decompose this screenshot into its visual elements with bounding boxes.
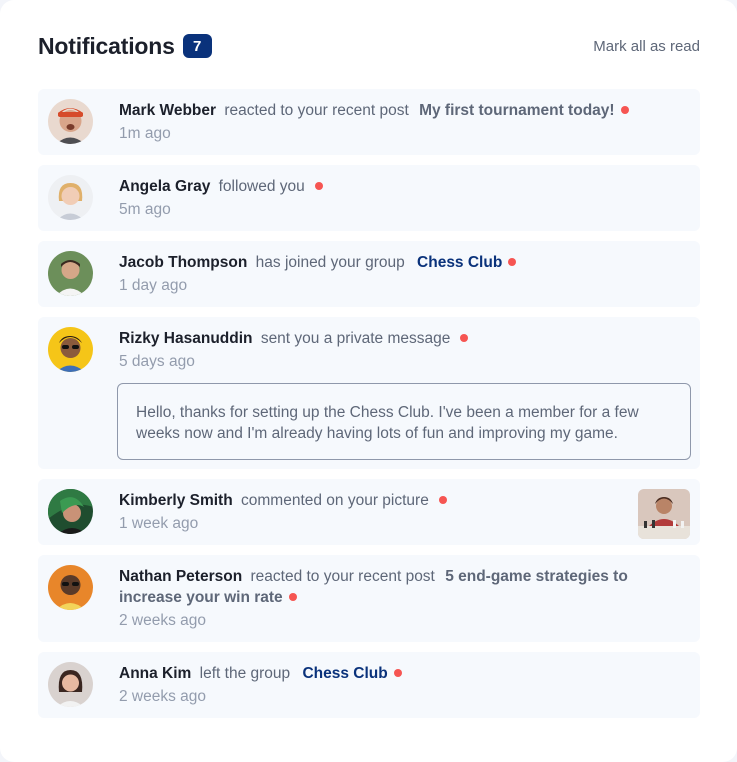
notification-time: 1 week ago [119,515,199,532]
notification-list: Mark Webber reacted to your recent post … [38,89,700,728]
avatar-icon[interactable] [48,99,93,144]
notification-text: Rizky Hasanuddin sent you a private mess… [119,328,690,349]
user-name-link[interactable]: Jacob Thompson [119,254,247,271]
notification-time: 5 days ago [119,353,195,370]
notification-time: 5m ago [119,201,171,218]
avatar-icon[interactable] [48,489,93,534]
notification-action: sent you a private message [260,330,451,347]
notification-text: Angela Gray followed you [119,176,690,197]
notification-time: 2 weeks ago [119,688,207,705]
unread-dot [438,496,447,504]
unread-dot [620,106,629,114]
notification-item[interactable]: Jacob Thompson has joined your group Che… [38,241,700,307]
notification-text: Mark Webber reacted to your recent post … [119,100,690,121]
page-title: Notifications [38,32,175,59]
notification-text: Kimberly Smith commented on your picture [119,490,690,511]
group-link[interactable]: Chess Club [302,665,387,682]
notification-item[interactable]: Mark Webber reacted to your recent post … [38,89,700,155]
notification-item[interactable]: Angela Gray followed you 5m ago [38,165,700,231]
chess-picture-thumbnail-icon[interactable] [638,489,690,539]
notification-text: Jacob Thompson has joined your group Che… [119,252,690,273]
avatar-icon[interactable] [48,327,93,372]
notification-time: 1 day ago [119,277,188,294]
unread-dot [508,258,517,266]
notification-action: reacted to your recent post [224,102,409,119]
notification-action: left the group [199,665,291,682]
notification-action: has joined your group [255,254,405,271]
notification-item[interactable]: Anna Kim left the group Chess Club 2 wee… [38,652,700,718]
avatar-icon[interactable] [48,565,93,610]
avatar-icon[interactable] [48,251,93,296]
notification-text: Nathan Peterson reacted to your recent p… [119,566,690,608]
notification-item[interactable]: Rizky Hasanuddin sent you a private mess… [38,317,700,469]
notification-action: followed you [218,178,305,195]
unread-dot [393,669,402,677]
notification-item[interactable]: Kimberly Smith commented on your picture… [38,479,700,545]
unread-dot [460,334,469,342]
notifications-header: Notifications 7 Mark all as read [38,30,700,62]
unread-dot [288,593,297,601]
title-group: Notifications 7 [38,33,212,60]
avatar-icon[interactable] [48,662,93,707]
notification-item[interactable]: Nathan Peterson reacted to your recent p… [38,555,700,642]
group-link[interactable]: Chess Club [417,254,502,271]
user-name-link[interactable]: Rizky Hasanuddin [119,330,253,347]
user-name-link[interactable]: Angela Gray [119,178,210,195]
notification-text: Anna Kim left the group Chess Club [119,663,690,684]
notification-time: 1m ago [119,125,171,142]
avatar-icon[interactable] [48,175,93,220]
unread-count-badge: 7 [182,34,212,58]
notifications-card: Notifications 7 Mark all as read Mark We… [0,0,737,762]
user-name-link[interactable]: Mark Webber [119,102,216,119]
user-name-link[interactable]: Anna Kim [119,665,191,682]
user-name-link[interactable]: Kimberly Smith [119,492,233,509]
mark-all-read-button[interactable]: Mark all as read [593,38,700,55]
unread-dot [314,182,323,190]
notification-action: reacted to your recent post [250,568,435,585]
user-name-link[interactable]: Nathan Peterson [119,568,242,585]
notification-time: 2 weeks ago [119,612,207,629]
private-message-box[interactable]: Hello, thanks for setting up the Chess C… [117,383,691,460]
notification-action: commented on your picture [241,492,429,509]
post-link[interactable]: My first tournament today! [419,102,614,119]
